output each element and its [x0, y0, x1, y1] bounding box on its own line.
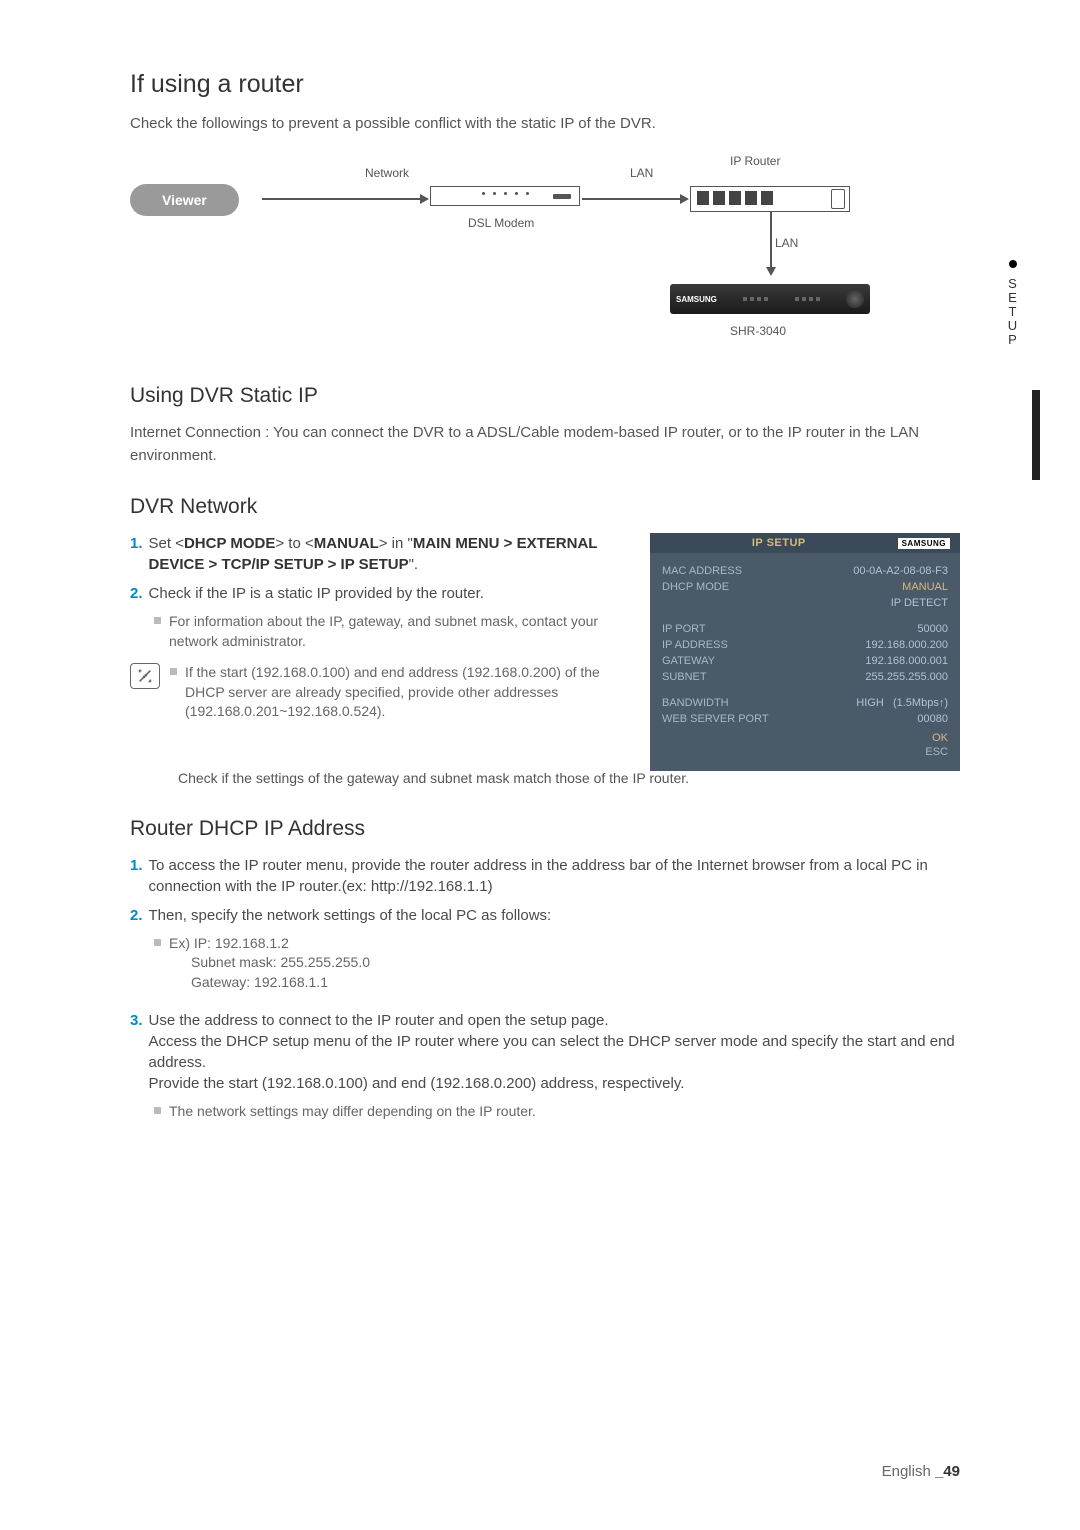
ip-value: 50000 [917, 623, 948, 635]
ip-value: IP DETECT [891, 597, 948, 609]
step-number: 2. [130, 905, 143, 926]
ipsetup-title: IP SETUP [752, 537, 806, 549]
section-intro: Check the followings to prevent a possib… [130, 115, 960, 132]
dvr-model-label: SHR-3040 [730, 324, 786, 338]
dvrnetwork-steps: 1. Set <DHCP MODE> to <MANUAL> in "MAIN … [130, 533, 638, 728]
footer-page: _49 [935, 1463, 960, 1480]
ipsetup-panel: IP SETUP SAMSUNG MAC ADDRESS 00-0A-A2-08-… [650, 533, 960, 771]
ip-label: MAC ADDRESS [662, 565, 742, 577]
step-number: 1. [130, 855, 143, 897]
ipsetup-header: IP SETUP SAMSUNG [650, 533, 960, 553]
esc-label: ESC [650, 745, 948, 759]
step-item: 1.To access the IP router menu, provide … [130, 855, 960, 897]
iprouter-label: IP Router [730, 154, 780, 168]
side-tab: SETUP [1005, 260, 1020, 346]
ip-value: 00080 [917, 713, 948, 725]
ip-label: IP ADDRESS [662, 639, 728, 651]
ip-value: 00-0A-A2-08-08-F3 [853, 565, 948, 577]
ip-value: MANUAL [902, 581, 948, 593]
arrow-line [582, 198, 682, 200]
modem-label: DSL Modem [468, 216, 534, 230]
samsung-badge: SAMSUNG [898, 538, 950, 549]
page-footer: English _49 [882, 1463, 960, 1480]
ip-label: SUBNET [662, 671, 707, 683]
bullet-item: For information about the IP, gateway, a… [154, 612, 638, 651]
ip-label: GATEWAY [662, 655, 715, 667]
step-number: 3. [130, 1010, 143, 1094]
side-tab-dot [1009, 260, 1017, 268]
arrow-head-icon [680, 194, 689, 204]
ip-value: 192.168.000.200 [865, 639, 948, 651]
note-under: Check if the settings of the gateway and… [178, 769, 960, 789]
arrow-head-icon [420, 194, 429, 204]
note-row: If the start (192.168.0.100) and end add… [130, 663, 638, 728]
side-tab-label: SETUP [1005, 276, 1020, 346]
ip-label: WEB SERVER PORT [662, 713, 769, 725]
dvr-brand: SAMSUNG [676, 295, 717, 304]
viewer-node: Viewer [130, 184, 239, 216]
step-number: 1. [130, 533, 143, 575]
staticip-desc: Internet Connection : You can connect th… [130, 422, 960, 467]
network-label: Network [365, 166, 409, 180]
bullet-icon [154, 617, 161, 624]
arrow-line-vertical [770, 212, 772, 267]
note-icon [130, 663, 160, 689]
lan-label: LAN [630, 166, 653, 180]
arrow-head-down-icon [766, 267, 776, 276]
router-node [690, 186, 850, 212]
section-title-dvrnetwork: DVR Network [130, 495, 960, 519]
ok-label: OK [650, 731, 948, 745]
ip-label: DHCP MODE [662, 581, 729, 593]
step-item: 2. Check if the IP is a static IP provid… [130, 583, 638, 604]
bullet-item: Ex) IP: 192.168.1.2 Subnet mask: 255.255… [154, 934, 960, 993]
section-title-dhcp: Router DHCP IP Address [130, 817, 960, 841]
ip-value: 192.168.000.001 [865, 655, 948, 667]
step-number: 2. [130, 583, 143, 604]
step-item: 1. Set <DHCP MODE> to <MANUAL> in "MAIN … [130, 533, 638, 575]
side-accent-bar [1032, 390, 1040, 480]
bullet-icon [170, 668, 177, 675]
step-item: 3. Use the address to connect to the IP … [130, 1010, 960, 1094]
ip-label: BANDWIDTH [662, 697, 729, 709]
arrow-line [262, 198, 422, 200]
ip-value: 255.255.255.000 [865, 671, 948, 683]
lan2-label: LAN [775, 236, 798, 250]
step-item: 2.Then, specify the network settings of … [130, 905, 960, 926]
bullet-icon [154, 1107, 161, 1114]
section-title-staticip: Using DVR Static IP [130, 384, 960, 408]
bullet-icon [154, 939, 161, 946]
bullet-item: The network settings may differ dependin… [154, 1102, 960, 1122]
section-title-router: If using a router [130, 70, 960, 99]
modem-node [430, 186, 580, 206]
ip-label: IP PORT [662, 623, 706, 635]
dvr-node: SAMSUNG [670, 284, 870, 314]
network-diagram: Viewer Network LAN IP Router DSL Modem L… [130, 154, 960, 354]
footer-lang: English [882, 1463, 935, 1480]
